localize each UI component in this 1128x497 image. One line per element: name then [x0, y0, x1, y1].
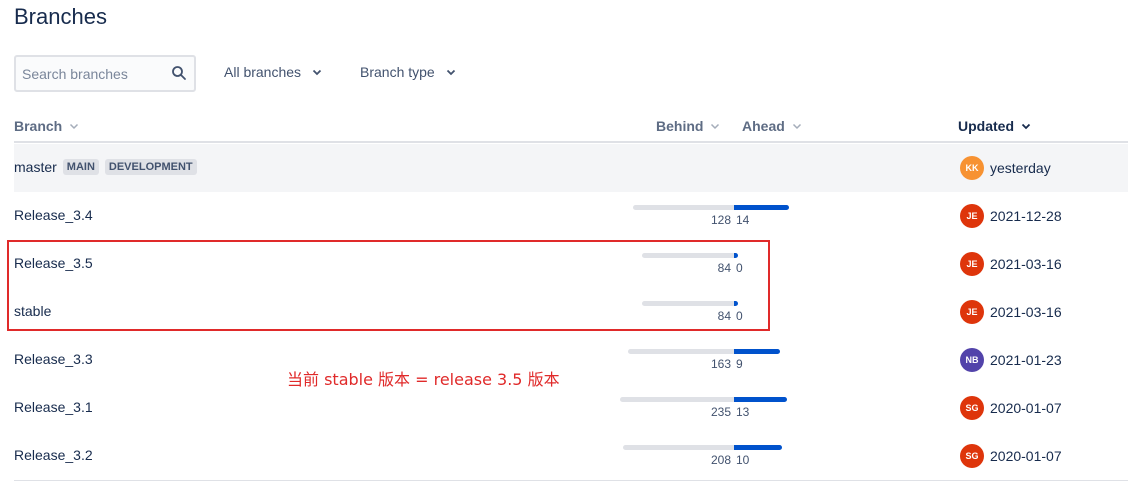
branch-link[interactable]: Release_3.3: [14, 351, 93, 367]
search-icon[interactable]: [171, 65, 187, 81]
header-divider: [14, 141, 1128, 143]
ahead-count: 13: [736, 405, 750, 419]
all-branches-label: All branches: [224, 64, 302, 80]
updated-date: 2021-12-28: [990, 208, 1062, 224]
column-header-ahead-label: Ahead: [742, 118, 785, 134]
table-row[interactable]: master MAIN DEVELOPMENT KK yesterday: [14, 144, 1128, 192]
updated-date: 2021-03-16: [990, 256, 1062, 272]
updated-date: 2021-01-23: [990, 352, 1062, 368]
behind-bar: [633, 205, 734, 210]
annotation-highlight-box: [7, 240, 770, 331]
chevron-down-icon: [446, 69, 455, 76]
behind-count: 128: [710, 213, 731, 227]
ahead-bar: [734, 397, 787, 402]
column-header-branch[interactable]: Branch: [14, 118, 80, 134]
ahead-count: 10: [736, 453, 750, 467]
column-header-behind[interactable]: Behind: [656, 118, 721, 134]
ahead-bar: [734, 205, 789, 210]
annotation-text: 当前 stable 版本 = release 3.5 版本: [287, 370, 560, 389]
avatar[interactable]: JE: [960, 252, 984, 276]
avatar[interactable]: JE: [960, 204, 984, 228]
all-branches-dropdown[interactable]: All branches: [224, 64, 323, 80]
ahead-bar: [734, 349, 780, 354]
avatar[interactable]: JE: [960, 300, 984, 324]
avatar[interactable]: KK: [960, 156, 984, 180]
branch-link[interactable]: Release_3.2: [14, 447, 93, 463]
table-row[interactable]: Release_3.1 235 13 SG 2020-01-07: [14, 384, 1128, 432]
branch-lozenge: DEVELOPMENT: [104, 159, 197, 175]
branch-type-label: Branch type: [360, 64, 435, 80]
updated-date: 2020-01-07: [990, 448, 1062, 464]
branch-lozenge: MAIN: [62, 159, 99, 175]
ahead-count: 9: [736, 357, 743, 371]
table-bottom-divider: [14, 480, 1128, 481]
chevron-down-icon: [312, 69, 322, 76]
column-header-updated-label: Updated: [958, 118, 1014, 134]
search-box[interactable]: [14, 55, 196, 92]
search-input[interactable]: [22, 57, 167, 90]
chevron-down-icon: [70, 123, 79, 130]
avatar[interactable]: SG: [960, 444, 984, 468]
chevron-down-icon: [1021, 123, 1031, 130]
branch-link[interactable]: master: [14, 159, 57, 175]
page-title: Branches: [14, 4, 107, 29]
table-row[interactable]: Release_3.2 208 10 SG 2020-01-07: [14, 432, 1128, 480]
column-header-ahead[interactable]: Ahead: [742, 118, 803, 134]
behind-count: 208: [710, 453, 731, 467]
updated-date: 2020-01-07: [990, 400, 1062, 416]
behind-bar: [623, 445, 734, 450]
avatar[interactable]: NB: [960, 348, 984, 372]
updated-date: yesterday: [990, 160, 1051, 176]
behind-count: 163: [710, 357, 731, 371]
column-header-branch-label: Branch: [14, 118, 63, 134]
column-header-updated[interactable]: Updated: [958, 118, 1032, 134]
table-row[interactable]: Release_3.3 163 9 NB 2021-01-23: [14, 336, 1128, 384]
behind-bar: [620, 397, 734, 402]
branch-link[interactable]: Release_3.4: [14, 207, 93, 223]
chevron-down-icon: [711, 123, 720, 130]
ahead-bar: [734, 445, 782, 450]
avatar[interactable]: SG: [960, 396, 984, 420]
chevron-down-icon: [792, 123, 801, 130]
behind-count: 235: [710, 405, 731, 419]
updated-date: 2021-03-16: [990, 304, 1062, 320]
ahead-count: 14: [736, 213, 750, 227]
table-row[interactable]: Release_3.4 128 14 JE 2021-12-28: [14, 192, 1128, 240]
behind-bar: [628, 349, 734, 354]
branch-type-dropdown[interactable]: Branch type: [360, 64, 457, 80]
branch-link[interactable]: Release_3.1: [14, 399, 93, 415]
column-header-behind-label: Behind: [656, 118, 704, 134]
